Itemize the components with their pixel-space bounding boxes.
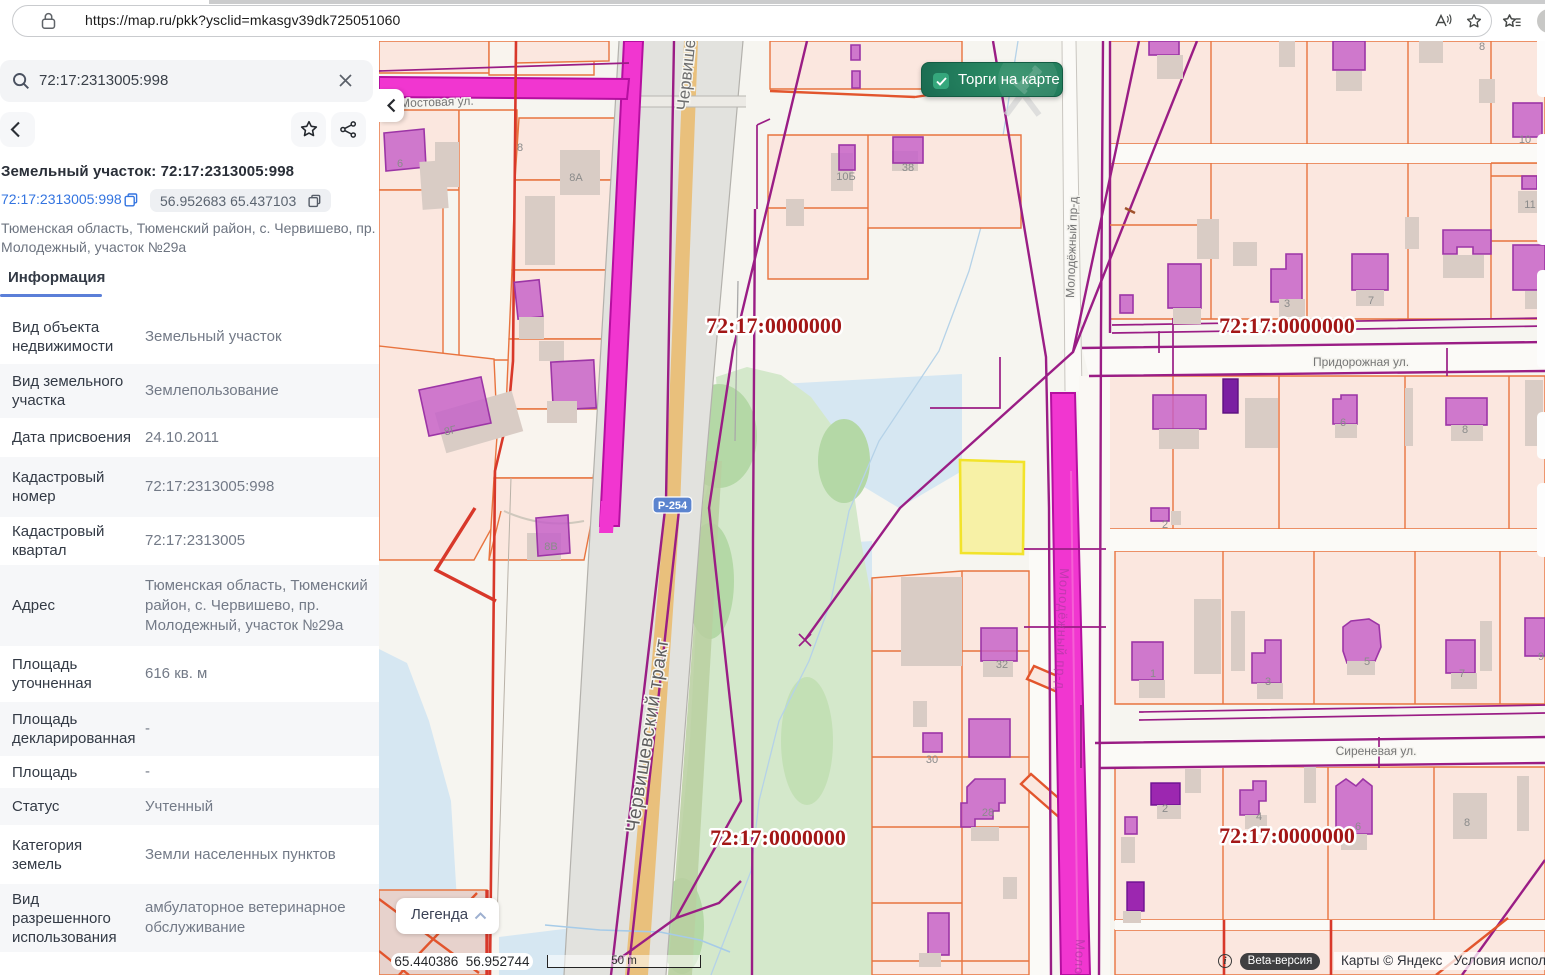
svg-text:6: 6 bbox=[397, 158, 403, 170]
svg-text:Сиреневая ул.: Сиреневая ул. bbox=[1336, 744, 1417, 758]
svg-text:1: 1 bbox=[1150, 668, 1156, 680]
svg-text:6: 6 bbox=[1355, 821, 1361, 833]
svg-text:72:17:0000000: 72:17:0000000 bbox=[1219, 823, 1355, 848]
svg-text:8: 8 bbox=[1462, 424, 1468, 436]
svg-text:10: 10 bbox=[1519, 134, 1531, 146]
svg-text:2: 2 bbox=[1162, 519, 1168, 531]
svg-text:7: 7 bbox=[1368, 295, 1374, 307]
svg-text:5: 5 bbox=[1364, 656, 1370, 668]
svg-text:30: 30 bbox=[926, 754, 938, 766]
svg-text:32: 32 bbox=[996, 659, 1008, 671]
svg-text:8А: 8А bbox=[569, 172, 583, 184]
svg-text:28: 28 bbox=[982, 807, 994, 819]
svg-text:8: 8 bbox=[517, 142, 523, 154]
svg-text:8: 8 bbox=[1464, 817, 1470, 829]
svg-text:3: 3 bbox=[1284, 298, 1290, 310]
svg-text:3: 3 bbox=[1265, 676, 1271, 688]
svg-text:9: 9 bbox=[1538, 651, 1544, 663]
svg-text:11: 11 bbox=[1524, 199, 1535, 211]
svg-text:4: 4 bbox=[1256, 811, 1262, 823]
svg-text:2: 2 bbox=[1162, 803, 1168, 815]
svg-text:72:17:0000000: 72:17:0000000 bbox=[706, 313, 842, 338]
svg-text:7: 7 bbox=[1459, 668, 1465, 680]
svg-text:Р-254: Р-254 bbox=[658, 500, 688, 512]
svg-text:8: 8 bbox=[1479, 41, 1485, 53]
svg-text:72:17:0000000: 72:17:0000000 bbox=[710, 825, 846, 850]
svg-text:8В: 8В bbox=[544, 541, 557, 553]
svg-text:Мостовая ул.: Мостовая ул. bbox=[400, 94, 474, 111]
svg-text:10Б: 10Б bbox=[836, 171, 855, 183]
svg-text:6: 6 bbox=[1340, 417, 1346, 429]
svg-text:38: 38 bbox=[902, 162, 914, 174]
svg-text:72:17:0000000: 72:17:0000000 bbox=[1219, 313, 1355, 338]
svg-text:Придорожная ул.: Придорожная ул. bbox=[1313, 355, 1409, 369]
